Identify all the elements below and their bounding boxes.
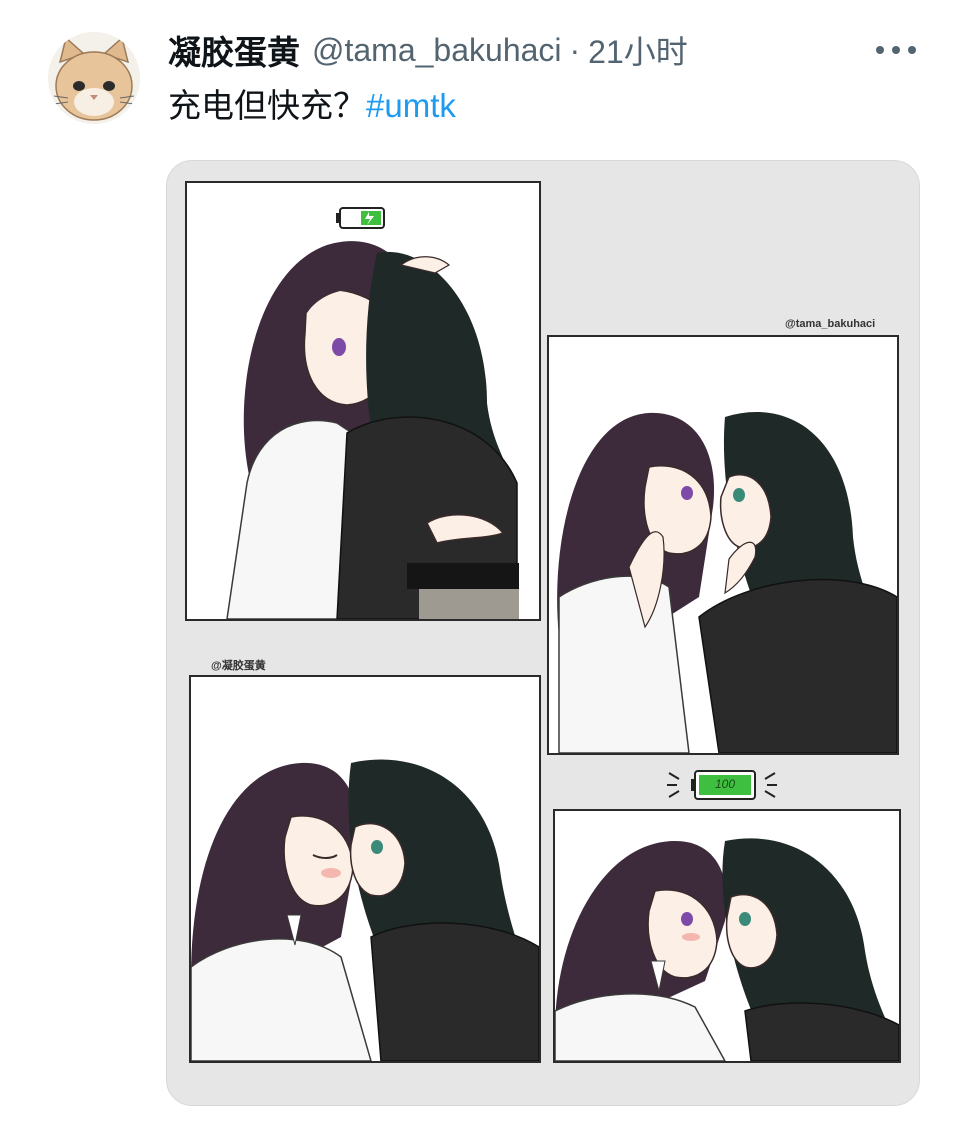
more-options-button[interactable] (876, 38, 916, 62)
tweet-text-plain: 充电但快充？ (168, 87, 366, 124)
artist-credit-top: @tama_bakuhaci (785, 318, 876, 330)
battery-charging-icon (336, 207, 385, 229)
battery-full-label: 100 (714, 777, 736, 791)
cat-avatar-icon (48, 32, 140, 124)
media-image[interactable]: @tama_bakuhaci @凝胶蛋黄 100 (166, 160, 920, 1106)
comic-panel-3 (189, 675, 541, 1063)
face-touch-illustration (549, 337, 897, 753)
avatar[interactable] (48, 32, 140, 124)
artist-credit-left: @凝胶蛋黄 (211, 660, 266, 672)
tweet-text: 充电但快充？#umtk (168, 82, 456, 130)
separator-dot: · (569, 31, 581, 68)
more-horizontal-icon (876, 46, 884, 54)
timestamp[interactable]: 21小时 (588, 27, 688, 73)
comic-panel-4 (553, 809, 901, 1063)
comic-panel-1 (185, 181, 541, 621)
user-handle[interactable]: @tama_bakuhaci (312, 32, 562, 69)
comic-panel-2 (547, 335, 899, 755)
more-dot (892, 46, 900, 54)
forehead-touch-illustration (555, 811, 899, 1061)
hashtag-link[interactable]: #umtk (366, 87, 456, 124)
kiss-illustration (191, 677, 539, 1061)
hug-illustration (187, 183, 539, 619)
more-dot (908, 46, 916, 54)
display-name[interactable]: 凝胶蛋黄 (168, 26, 300, 74)
tweet-header: 凝胶蛋黄 @tama_bakuhaci · 21小时 (168, 26, 930, 74)
